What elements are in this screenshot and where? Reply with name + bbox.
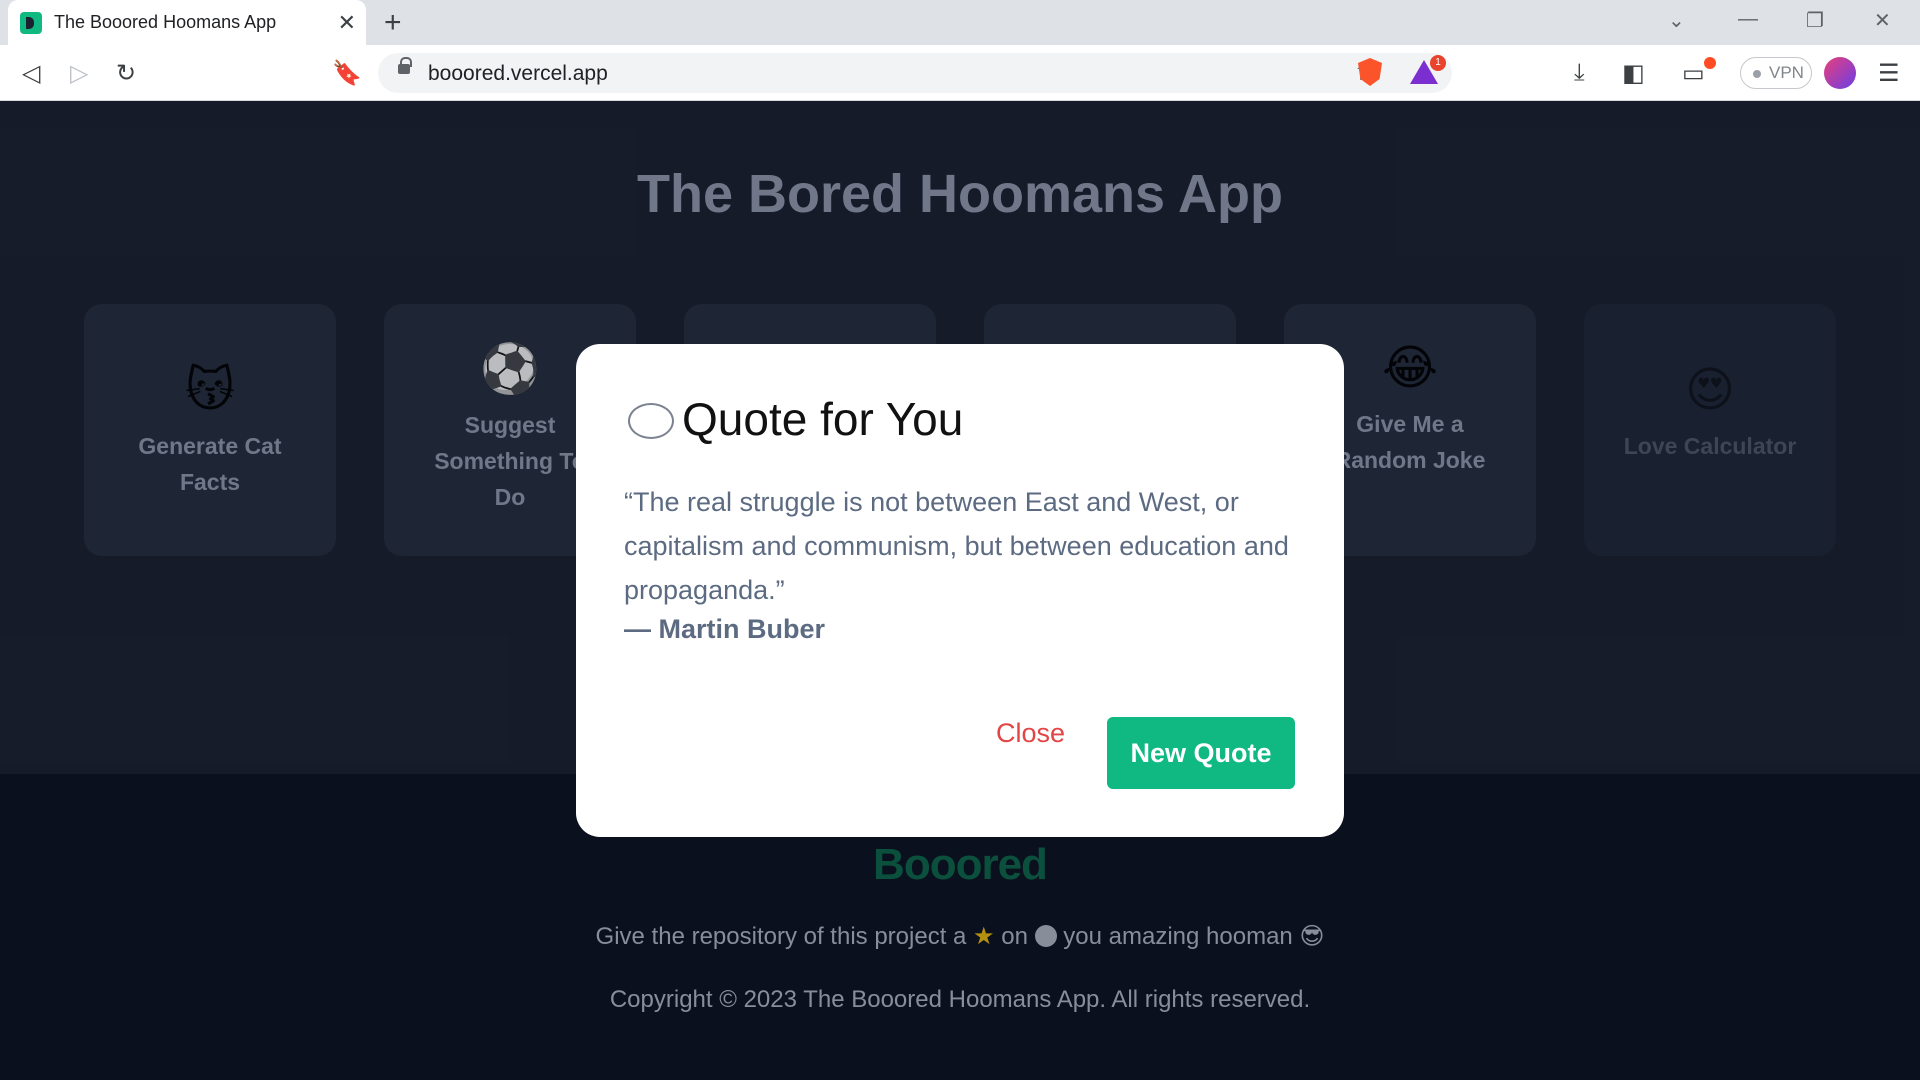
- modal-title: Quote for You: [628, 392, 963, 446]
- forward-icon[interactable]: ▷: [70, 59, 88, 88]
- profile-avatar[interactable]: [1824, 57, 1856, 89]
- rewards-badge: 1: [1430, 55, 1446, 71]
- browser-tab[interactable]: The Booored Hoomans App ✕: [8, 0, 366, 45]
- quote-text: “The real struggle is not between East a…: [624, 487, 1289, 605]
- menu-icon[interactable]: ☰: [1878, 59, 1900, 88]
- close-tab-icon[interactable]: ✕: [338, 10, 356, 36]
- tab-title: The Booored Hoomans App: [54, 12, 277, 32]
- tab-search-icon[interactable]: ⌄: [1668, 8, 1685, 33]
- url-text[interactable]: booored.vercel.app: [428, 62, 608, 86]
- address-bar[interactable]: booored.vercel.app ⇪: [378, 53, 1452, 93]
- quote-author: — Martin Buber: [624, 614, 826, 644]
- new-quote-button[interactable]: New Quote: [1107, 717, 1295, 789]
- close-button[interactable]: Close: [996, 718, 1065, 749]
- speech-bubble-icon: [628, 403, 674, 439]
- vpn-button[interactable]: VPN: [1740, 57, 1812, 89]
- wallet-notification-dot: [1704, 57, 1716, 69]
- quote-modal: Quote for You “The real struggle is not …: [576, 344, 1344, 837]
- wallet-icon[interactable]: ▭: [1682, 59, 1705, 88]
- browser-tab-strip: The Booored Hoomans App ✕ + ⌄ — ❐ ✕: [0, 0, 1920, 45]
- minimize-icon[interactable]: —: [1738, 8, 1758, 31]
- reload-icon[interactable]: ↻: [116, 59, 136, 88]
- restore-icon[interactable]: ❐: [1806, 8, 1824, 33]
- new-tab-icon[interactable]: +: [384, 6, 402, 40]
- lock-icon: [398, 57, 412, 74]
- favicon-icon: [20, 12, 42, 34]
- sidebar-icon[interactable]: ◧: [1622, 59, 1645, 88]
- browser-toolbar: ◁ ▷ ↻ 🔖 booored.vercel.app ⇪ 1 ⤓ ◧ ▭ VPN…: [0, 45, 1920, 101]
- bookmark-icon[interactable]: 🔖: [332, 59, 362, 88]
- modal-title-text: Quote for You: [682, 393, 964, 445]
- download-icon[interactable]: ⤓: [1574, 59, 1585, 87]
- back-icon[interactable]: ◁: [22, 59, 40, 88]
- close-window-icon[interactable]: ✕: [1874, 8, 1891, 33]
